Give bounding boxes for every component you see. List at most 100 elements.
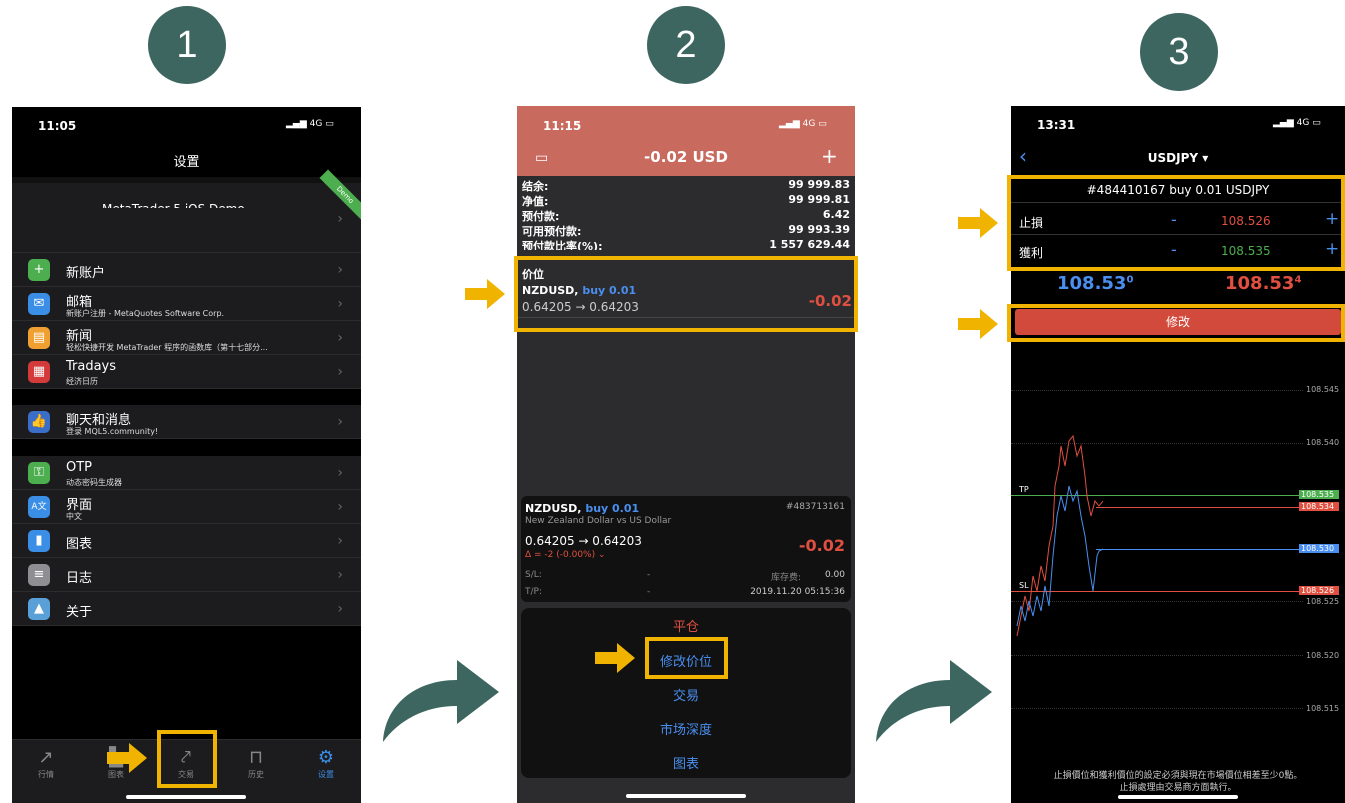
highlight-trade-tab [157,730,217,788]
history-tray-icon: ⊓ [248,747,264,768]
item-subtitle: 动态密码生成器 [66,478,122,487]
about-icon: ▲ [28,598,50,620]
chat-icon: 👍 [28,411,50,433]
card-delta[interactable]: Δ = -2 (-0.00%) ⌄ [525,550,606,560]
tp-price-tag: 108.535 [1299,490,1339,499]
chevron-right-icon: › [337,262,343,278]
status-signal: ▂▄▆ 4G ▭ [286,119,334,129]
margin-level-label: 预付款比率(%): [522,240,603,250]
symbol-selector[interactable]: USDJPY ▾ [1011,151,1345,165]
settings-item-mailbox[interactable]: ✉ 邮箱 新账户注册 - MetaQuotes Software Corp. › [12,287,361,321]
chevron-right-icon: › [337,211,343,227]
sl-price-tag: 108.526 [1299,586,1339,595]
tradays-icon: ▦ [28,361,50,383]
interface-language-icon: A文 [28,496,50,518]
item-title: 关于 [66,605,93,620]
footer-note: 止損價位和獲利價位的設定必須與現在市場價位相差至少0點。 止損處理由交易商方面執… [1053,771,1303,793]
phone-settings-screen: 11:05 ▂▄▆ 4G ▭ 设置 MetaTrader 5 iOS Demo … [12,107,361,803]
charts-icon: ▮ [28,530,50,552]
tab-history[interactable]: ⊓ 历史 [226,747,286,780]
status-signal: ▂▄▆ 4G ▭ [1273,118,1321,128]
card-side: buy 0.01 [585,502,640,515]
settings-item-otp[interactable]: ⚿ OTP 动态密码生成器 › [12,456,361,490]
pointer-arrow-icon [595,643,635,673]
home-indicator [126,795,246,799]
otp-key-icon: ⚿ [28,462,50,484]
settings-item-interface[interactable]: A文 界面 中文 › [12,490,361,524]
chevron-right-icon: › [337,567,343,583]
gear-icon: ⚙ [317,747,335,768]
settings-item-chat[interactable]: 👍 聊天和消息 登录 MQL5.community! › [12,405,361,439]
item-title: 日志 [66,571,93,586]
tp-value: - [647,587,651,597]
item-title: OTP [66,460,93,475]
margin-level-value: 1 557 629.44 [769,238,850,250]
status-signal: ▂▄▆ 4G ▭ [779,119,827,129]
menu-market-depth[interactable]: 市场深度 [521,719,851,738]
sl-value: - [647,570,651,580]
menu-close-position[interactable]: 平仓 [521,616,851,635]
highlight-modify-menu [645,637,728,679]
home-indicator [1118,795,1238,799]
free-margin-value: 99 993.39 [788,223,850,236]
bid-level-line [1096,549,1301,550]
item-subtitle: 中文 [66,512,82,521]
ask-price-tag: 108.534 [1299,502,1339,511]
tab-quotes[interactable]: ↗ 行情 [16,747,76,780]
sl-label: S/L: [525,570,542,580]
item-title: 图表 [66,537,93,552]
margin-value: 6.42 [822,208,850,221]
status-time: 11:15 [543,119,582,133]
pointer-arrow-icon [958,309,998,339]
settings-item-news[interactable]: ▤ 新闻 轻松快捷开发 MetaTrader 程序的函数库（第十七部分... › [12,321,361,355]
header-profit: -0.02 USD [644,148,728,166]
equity-value: 99 999.81 [788,193,850,206]
card-prices: 0.64205 → 0.64203 [525,534,642,548]
equity-label: 净值: [522,195,549,208]
quotes-icon: ↗ [38,747,54,768]
add-order-button[interactable]: + [821,144,838,168]
item-title: 新账户 [66,266,106,281]
new-account-icon: + [28,259,50,281]
highlight-modify-button [1007,304,1345,342]
phone-trade-screen: 11:15 ▂▄▆ 4G ▭ ▭ -0.02 USD + 结余: 99 999.8… [517,106,855,803]
settings-item-journal[interactable]: ≡ 日志 › [12,558,361,592]
item-subtitle: 经济日历 [66,377,98,386]
step-1-badge: 1 [148,6,226,84]
bid-price: 108.530 [1057,273,1134,294]
step-2-badge: 2 [647,6,725,84]
home-indicator [626,794,746,798]
settings-item-charts[interactable]: ▮ 图表 › [12,524,361,558]
news-icon: ▤ [28,327,50,349]
open-datetime: 2019.11.20 05:15:36 [750,587,845,597]
curved-arrow-icon [383,660,499,742]
pointer-arrow-icon [107,743,147,773]
pointer-arrow-icon [465,279,505,309]
swap-value: 0.00 [824,570,845,580]
item-title: Tradays [66,359,117,374]
balance-label: 结余: [522,180,549,193]
settings-item-new-account[interactable]: + 新账户 › [12,253,361,287]
settings-item-tradays[interactable]: ▦ Tradays 经济日历 › [12,355,361,389]
ask-price: 108.534 [1225,273,1302,294]
highlight-position [514,256,858,332]
chevron-right-icon: › [337,499,343,515]
chevron-right-icon: › [337,364,343,380]
item-subtitle: 新账户注册 - MetaQuotes Software Corp. [66,309,225,318]
swap-label: 库存费: [771,573,802,583]
ask-level-line [1096,507,1301,508]
journal-icon: ≡ [28,564,50,586]
card-ticket: #483713161 [785,502,845,512]
tab-settings[interactable]: ⚙ 设置 [296,747,356,780]
bid-price-tag: 108.530 [1299,544,1339,553]
menu-trade[interactable]: 交易 [521,685,851,704]
tp-label: T/P: [525,587,542,597]
account-row[interactable]: MetaTrader 5 iOS Demo Demo › [12,169,361,253]
card-symbol: NZDUSD, [525,502,582,515]
settings-item-about[interactable]: ▲ 关于 › [12,592,361,626]
item-subtitle: 登录 MQL5.community! [66,427,159,436]
curved-arrow-icon [876,660,992,742]
highlight-sl-tp-editor [1007,175,1345,271]
price-chart [1016,434,1104,637]
menu-chart[interactable]: 图表 [521,753,851,772]
